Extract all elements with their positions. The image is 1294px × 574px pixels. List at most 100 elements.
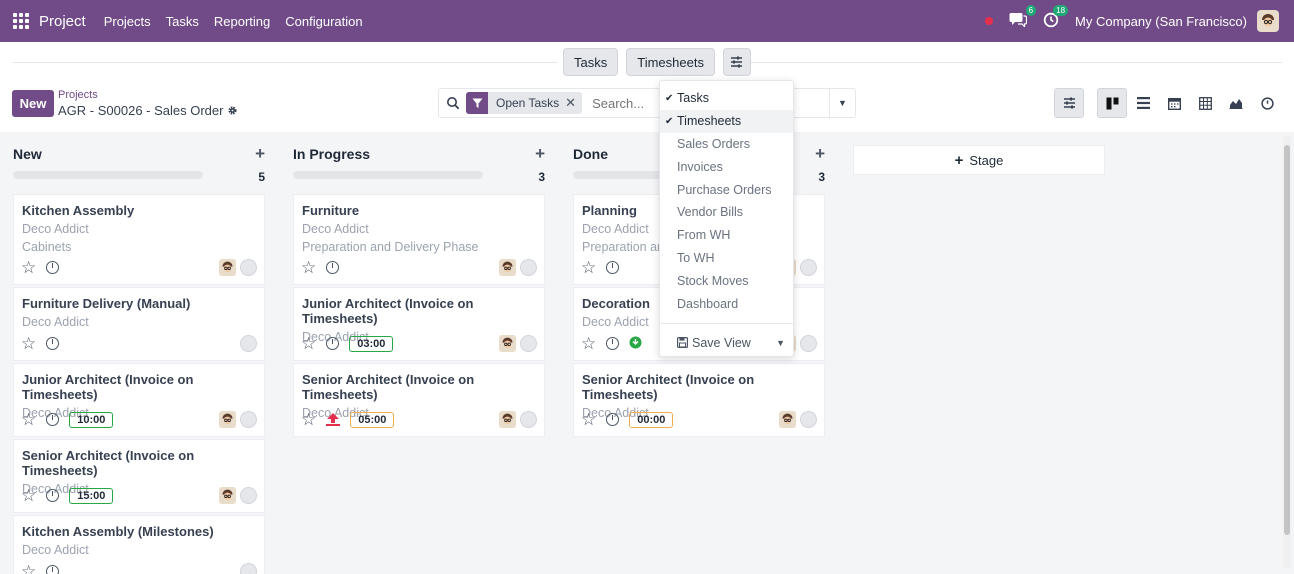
- quick-create-plus-icon[interactable]: +: [815, 144, 825, 164]
- clock-icon[interactable]: [606, 413, 620, 426]
- view-list-button[interactable]: [1128, 88, 1158, 118]
- column-title[interactable]: Done: [573, 146, 608, 162]
- clock-icon[interactable]: [46, 337, 60, 350]
- quick-create-plus-icon[interactable]: +: [255, 144, 265, 164]
- dropdown-item-to-wh[interactable]: To WH: [660, 247, 793, 270]
- view-pivot-button[interactable]: [1190, 88, 1220, 118]
- star-icon[interactable]: ☆: [581, 259, 596, 276]
- dropdown-item-dashboard[interactable]: Dashboard: [660, 292, 793, 315]
- status-circle-icon[interactable]: [240, 259, 257, 276]
- view-kanban-button[interactable]: [1097, 88, 1127, 118]
- clock-icon[interactable]: [606, 337, 620, 350]
- assignee-avatar[interactable]: [779, 411, 796, 428]
- menu-reporting[interactable]: Reporting: [214, 14, 270, 29]
- column-title[interactable]: New: [13, 146, 42, 162]
- star-icon[interactable]: ☆: [301, 411, 316, 428]
- star-icon[interactable]: ☆: [581, 335, 596, 352]
- breadcrumb-parent[interactable]: Projects: [58, 89, 98, 101]
- card-footer: ☆: [21, 335, 60, 352]
- gear-icon[interactable]: [227, 105, 238, 116]
- allocated-hours-badge: 10:00: [69, 411, 114, 428]
- dropdown-item-stock-moves[interactable]: Stock Moves: [660, 269, 793, 292]
- filter-facet: Open Tasks ✕: [466, 92, 583, 114]
- clock-icon[interactable]: [326, 261, 340, 274]
- assignee-avatar[interactable]: [499, 335, 516, 352]
- task-card[interactable]: Kitchen Assembly (Milestones) Deco Addic…: [13, 515, 265, 574]
- task-card[interactable]: Furniture Delivery (Manual) Deco Addict …: [13, 287, 265, 361]
- star-icon[interactable]: ☆: [21, 487, 36, 504]
- filter-panel-toggle[interactable]: [1054, 88, 1084, 118]
- assignee-avatar[interactable]: [219, 259, 236, 276]
- embedded-actions-toggle[interactable]: [722, 48, 751, 76]
- menu-projects[interactable]: Projects: [104, 14, 151, 29]
- assignee-avatar[interactable]: [499, 259, 516, 276]
- menu-tasks[interactable]: Tasks: [166, 14, 199, 29]
- assignee-avatar[interactable]: [499, 411, 516, 428]
- user-avatar[interactable]: [1257, 10, 1279, 32]
- view-calendar-button[interactable]: [1159, 88, 1189, 118]
- dropdown-item-vendor-bills[interactable]: Vendor Bills: [660, 201, 793, 224]
- recording-dot-icon[interactable]: [985, 17, 994, 25]
- clock-icon[interactable]: [46, 565, 60, 574]
- apps-menu-icon[interactable]: [13, 13, 29, 29]
- dropdown-item-sales-orders[interactable]: Sales Orders: [660, 133, 793, 156]
- task-card[interactable]: Senior Architect (Invoice on Timesheets)…: [573, 363, 825, 437]
- new-button[interactable]: New: [12, 90, 54, 117]
- star-icon[interactable]: ☆: [21, 335, 36, 352]
- chat-icon[interactable]: 6: [1009, 5, 1037, 30]
- search-icon[interactable]: [446, 96, 460, 110]
- dropdown-item-invoices[interactable]: Invoices: [660, 155, 793, 178]
- status-circle-icon[interactable]: [800, 335, 817, 352]
- task-card[interactable]: Junior Architect (Invoice on Timesheets)…: [293, 287, 545, 361]
- activity-clock-icon[interactable]: 18: [1043, 4, 1069, 31]
- clock-icon[interactable]: [46, 261, 60, 274]
- remove-facet-icon[interactable]: ✕: [565, 95, 582, 111]
- assignee-avatar[interactable]: [219, 411, 236, 428]
- scrollbar-thumb[interactable]: [1284, 145, 1290, 535]
- dropdown-item-purchase-orders[interactable]: Purchase Orders: [660, 178, 793, 201]
- status-circle-icon[interactable]: [240, 563, 257, 574]
- star-icon[interactable]: ☆: [301, 259, 316, 276]
- status-circle-icon[interactable]: [520, 259, 537, 276]
- column-progress-bar[interactable]: [13, 171, 203, 179]
- task-card[interactable]: Furniture Deco Addict Preparation and De…: [293, 194, 545, 285]
- status-circle-icon[interactable]: [520, 411, 537, 428]
- star-icon[interactable]: ☆: [581, 411, 596, 428]
- task-card[interactable]: Senior Architect (Invoice on Timesheets)…: [13, 439, 265, 513]
- star-icon[interactable]: ☆: [21, 563, 36, 574]
- status-circle-icon[interactable]: [240, 335, 257, 352]
- status-circle-icon[interactable]: [800, 411, 817, 428]
- dropdown-item-tasks[interactable]: ✔ Tasks: [660, 87, 793, 110]
- menu-configuration[interactable]: Configuration: [285, 14, 362, 29]
- assignee-avatar[interactable]: [219, 487, 236, 504]
- add-stage-button[interactable]: + Stage: [853, 145, 1105, 175]
- view-graph-button[interactable]: [1221, 88, 1251, 118]
- clock-icon[interactable]: [46, 413, 60, 426]
- clock-icon[interactable]: [326, 337, 340, 350]
- column-progress-bar[interactable]: [293, 171, 483, 179]
- divider-left: [12, 62, 557, 63]
- clock-icon[interactable]: [46, 489, 60, 502]
- status-circle-icon[interactable]: [240, 487, 257, 504]
- save-view-toggle[interactable]: Save View ▼: [660, 332, 793, 354]
- task-card[interactable]: Kitchen Assembly Deco Addict Cabinets ☆: [13, 194, 265, 285]
- dropdown-item-from-wh[interactable]: From WH: [660, 224, 793, 247]
- quick-create-plus-icon[interactable]: +: [535, 144, 545, 164]
- tab-timesheets[interactable]: Timesheets: [626, 48, 715, 76]
- dropdown-item-timesheets[interactable]: ✔ Timesheets: [660, 109, 793, 133]
- view-activity-button[interactable]: [1252, 88, 1282, 118]
- star-icon[interactable]: ☆: [21, 259, 36, 276]
- status-circle-icon[interactable]: [800, 259, 817, 276]
- status-circle-icon[interactable]: [520, 335, 537, 352]
- status-circle-icon[interactable]: [240, 411, 257, 428]
- company-switcher[interactable]: My Company (San Francisco): [1075, 14, 1247, 29]
- clock-icon[interactable]: [606, 261, 620, 274]
- task-card[interactable]: Senior Architect (Invoice on Timesheets)…: [293, 363, 545, 437]
- star-icon[interactable]: ☆: [301, 335, 316, 352]
- task-card[interactable]: Junior Architect (Invoice on Timesheets)…: [13, 363, 265, 437]
- star-icon[interactable]: ☆: [21, 411, 36, 428]
- column-title[interactable]: In Progress: [293, 146, 370, 162]
- app-title[interactable]: Project: [39, 13, 86, 30]
- tab-tasks[interactable]: Tasks: [563, 48, 619, 76]
- search-options-toggle[interactable]: ▼: [829, 89, 855, 117]
